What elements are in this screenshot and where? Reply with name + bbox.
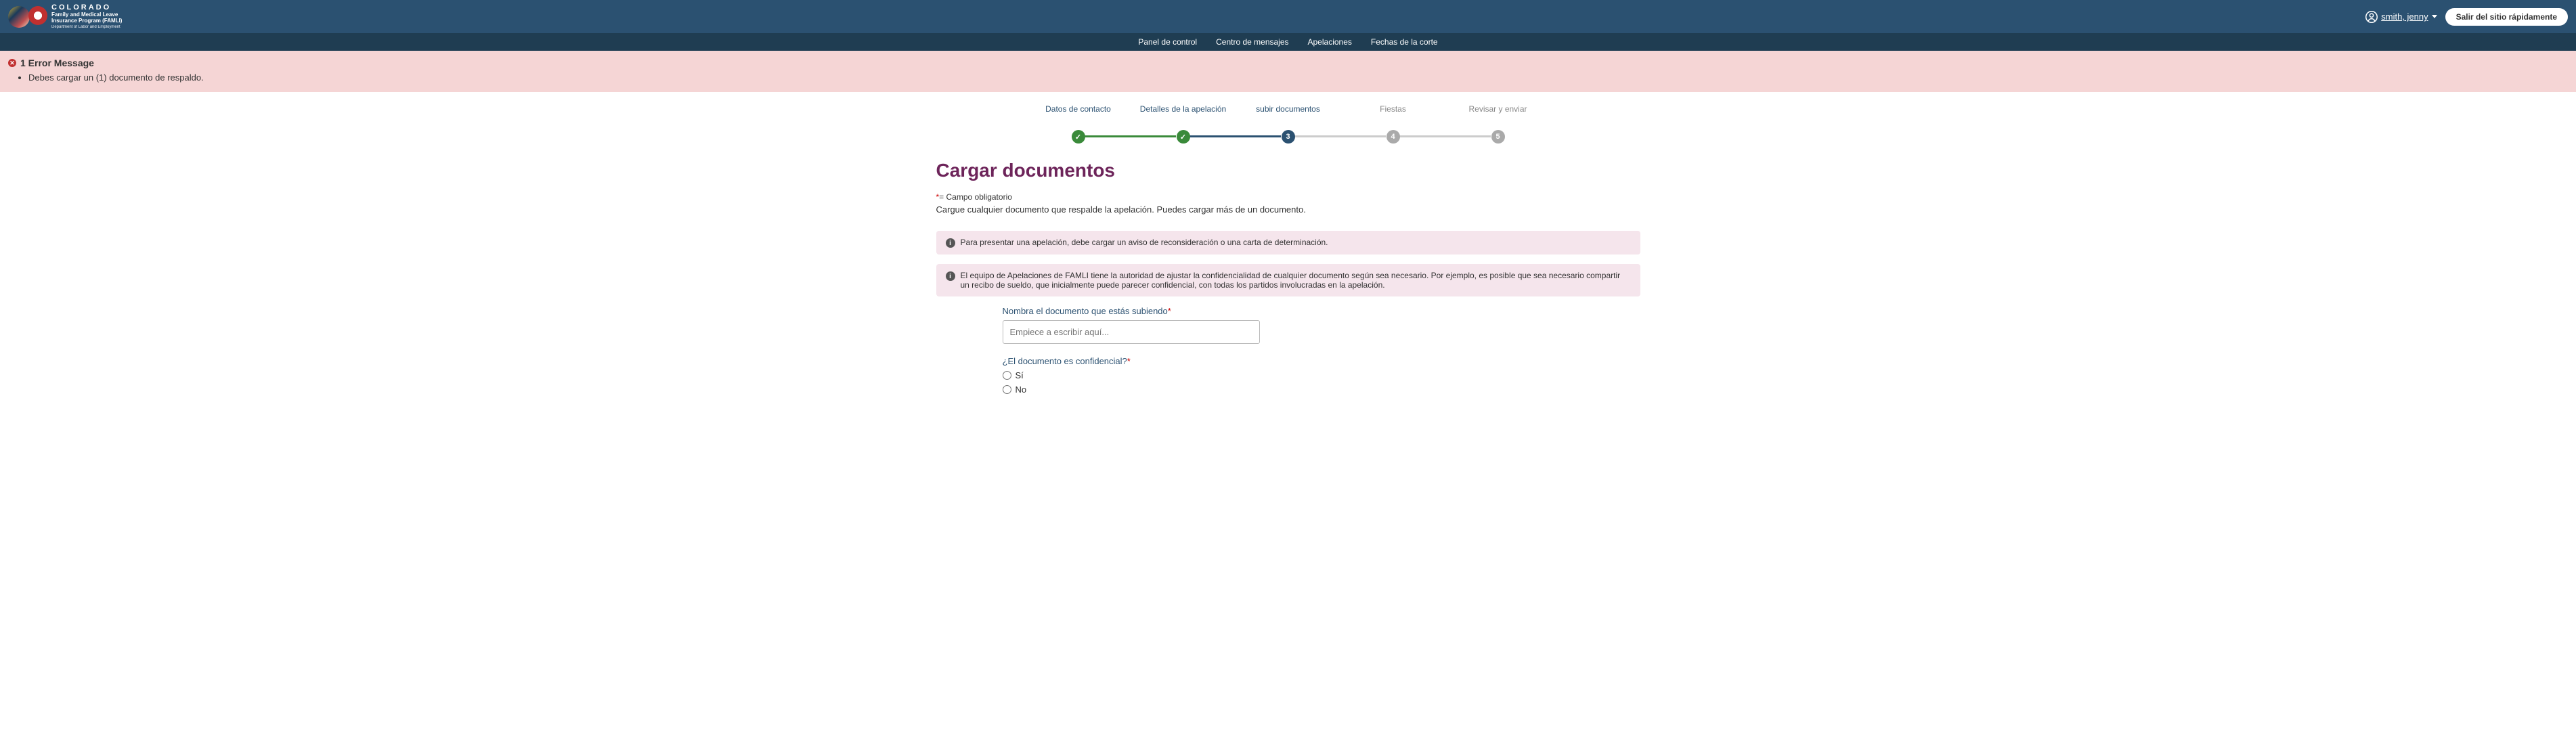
error-header: ✕ 1 Error Message [8,58,2568,68]
intro-text: Cargue cualquier documento que respalde … [936,204,1640,215]
chevron-down-icon [2432,15,2437,18]
radio-yes[interactable]: Sí [1003,370,1260,380]
error-list: Debes cargar un (1) documento de respald… [28,72,2568,83]
info-box-1: i Para presentar una apelación, debe car… [936,231,1640,255]
logo-area: COLORADO Family and Medical Leave Insura… [8,3,122,30]
doc-name-input[interactable] [1003,320,1260,344]
nav-court-dates[interactable]: Fechas de la corte [1371,36,1438,48]
main-nav: Panel de control Centro de mensajes Apel… [0,33,2576,51]
header-right: smith, jenny Salir del sitio rápidamente [2365,8,2568,26]
logo-title: COLORADO [51,3,122,12]
step-review: Revisar y enviar 5 [1445,104,1550,144]
step-details[interactable]: Detalles de la apelación [1131,104,1236,144]
stepper: Datos de contacto Detalles de la apelaci… [0,92,2576,160]
error-icon: ✕ [8,59,16,67]
main-content: Cargar documentos *= Campo obligatorio C… [923,160,1654,422]
app-header: COLORADO Family and Medical Leave Insura… [0,0,2576,33]
required-note: *= Campo obligatorio [936,192,1640,202]
logo-icon [8,5,47,29]
logo-sub2: Insurance Program (FAMLI) [51,18,122,24]
info-box-2: i El equipo de Apelaciones de FAMLI tien… [936,264,1640,296]
check-icon [1177,130,1190,144]
step-contact[interactable]: Datos de contacto [1026,104,1131,144]
logo-text: COLORADO Family and Medical Leave Insura… [51,3,122,30]
nav-appeals[interactable]: Apelaciones [1308,36,1352,48]
error-banner: ✕ 1 Error Message Debes cargar un (1) do… [0,51,2576,92]
quick-exit-button[interactable]: Salir del sitio rápidamente [2445,8,2568,26]
user-menu[interactable]: smith, jenny [2365,11,2437,23]
error-title: 1 Error Message [20,58,94,68]
info-icon: i [946,238,955,248]
user-name: smith, jenny [2381,12,2428,22]
radio-no-input[interactable] [1003,385,1011,394]
step-parties: Fiestas 4 [1340,104,1445,144]
radio-yes-input[interactable] [1003,371,1011,380]
confidential-radio-group: Sí No [1003,370,1260,395]
radio-no[interactable]: No [1003,384,1260,395]
doc-name-label: Nombra el documento que estás subiendo* [1003,306,1260,316]
step-upload[interactable]: subir documentos 3 [1236,104,1340,144]
logo-dept: Department of Labor and Employment [51,25,122,30]
error-item: Debes cargar un (1) documento de respald… [28,72,2568,83]
nav-messages[interactable]: Centro de mensajes [1216,36,1288,48]
page-title: Cargar documentos [936,160,1640,181]
confidential-label: ¿El documento es confidencial?* [1003,356,1260,366]
user-icon [2365,11,2378,23]
check-icon [1072,130,1085,144]
info-icon: i [946,271,955,281]
form-section: Nombra el documento que estás subiendo* … [1003,306,1260,395]
nav-panel[interactable]: Panel de control [1138,36,1197,48]
